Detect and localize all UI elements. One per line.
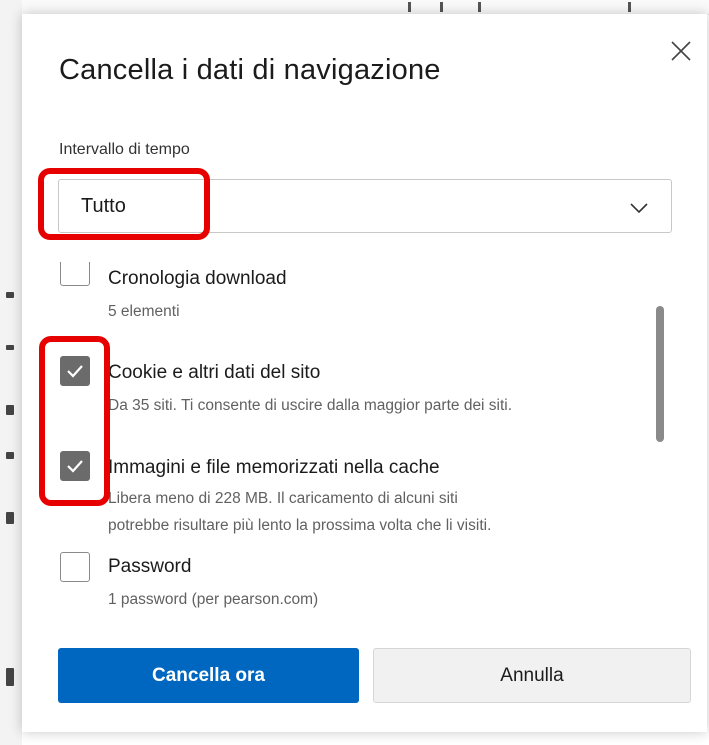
background-fragment xyxy=(478,2,481,12)
background-fragment xyxy=(6,345,14,350)
background-fragment xyxy=(6,292,14,298)
checkbox-download-history[interactable] xyxy=(60,262,90,286)
background-fragment xyxy=(6,452,14,459)
item-description: 5 elementi xyxy=(108,303,180,320)
scrollbar[interactable] xyxy=(656,306,668,442)
item-label: Cookie e altri dati del sito xyxy=(108,362,321,383)
item-label: Immagini e file memorizzati nella cache xyxy=(108,457,440,478)
data-types-list[interactable]: Cronologia download 5 elementi Cookie e … xyxy=(22,262,707,617)
background-left-edge xyxy=(0,0,22,745)
background-fragment xyxy=(6,405,14,415)
item-label: Password xyxy=(108,556,192,577)
close-button[interactable] xyxy=(666,36,696,66)
item-description: 1 password (per pearson.com) xyxy=(108,591,319,608)
background-fragment xyxy=(440,2,443,12)
background-fragment xyxy=(408,2,411,12)
background-toolbar xyxy=(0,0,709,15)
checkbox-cached-images[interactable] xyxy=(60,451,90,481)
background-fragment xyxy=(6,512,14,524)
background-fragment xyxy=(6,668,14,686)
scrollbar-thumb[interactable] xyxy=(656,306,664,442)
background-fragment xyxy=(628,2,631,12)
checkmark-icon xyxy=(67,365,83,378)
item-description-line-2: potrebbe risultare più lento la prossima… xyxy=(108,517,492,534)
checkbox-passwords[interactable] xyxy=(60,552,90,582)
cancel-button[interactable]: Annulla xyxy=(373,648,691,703)
item-description-line-1: Libera meno di 228 MB. Il caricamento di… xyxy=(108,490,458,507)
dialog-title: Cancella i dati di navigazione xyxy=(59,54,441,86)
item-description: Da 35 siti. Ti consente di uscire dalla … xyxy=(108,397,513,414)
close-icon xyxy=(671,41,691,61)
clear-now-button[interactable]: Cancella ora xyxy=(58,648,359,703)
chevron-down-icon xyxy=(630,203,648,214)
time-range-select[interactable]: Tutto xyxy=(58,179,672,233)
time-range-value: Tutto xyxy=(81,195,126,217)
checkbox-cookies[interactable] xyxy=(60,356,90,386)
clear-browsing-data-dialog: Cancella i dati di navigazione Intervall… xyxy=(22,14,707,732)
time-range-label: Intervallo di tempo xyxy=(59,141,190,158)
item-label: Cronologia download xyxy=(108,268,287,289)
checkmark-icon xyxy=(67,460,83,473)
